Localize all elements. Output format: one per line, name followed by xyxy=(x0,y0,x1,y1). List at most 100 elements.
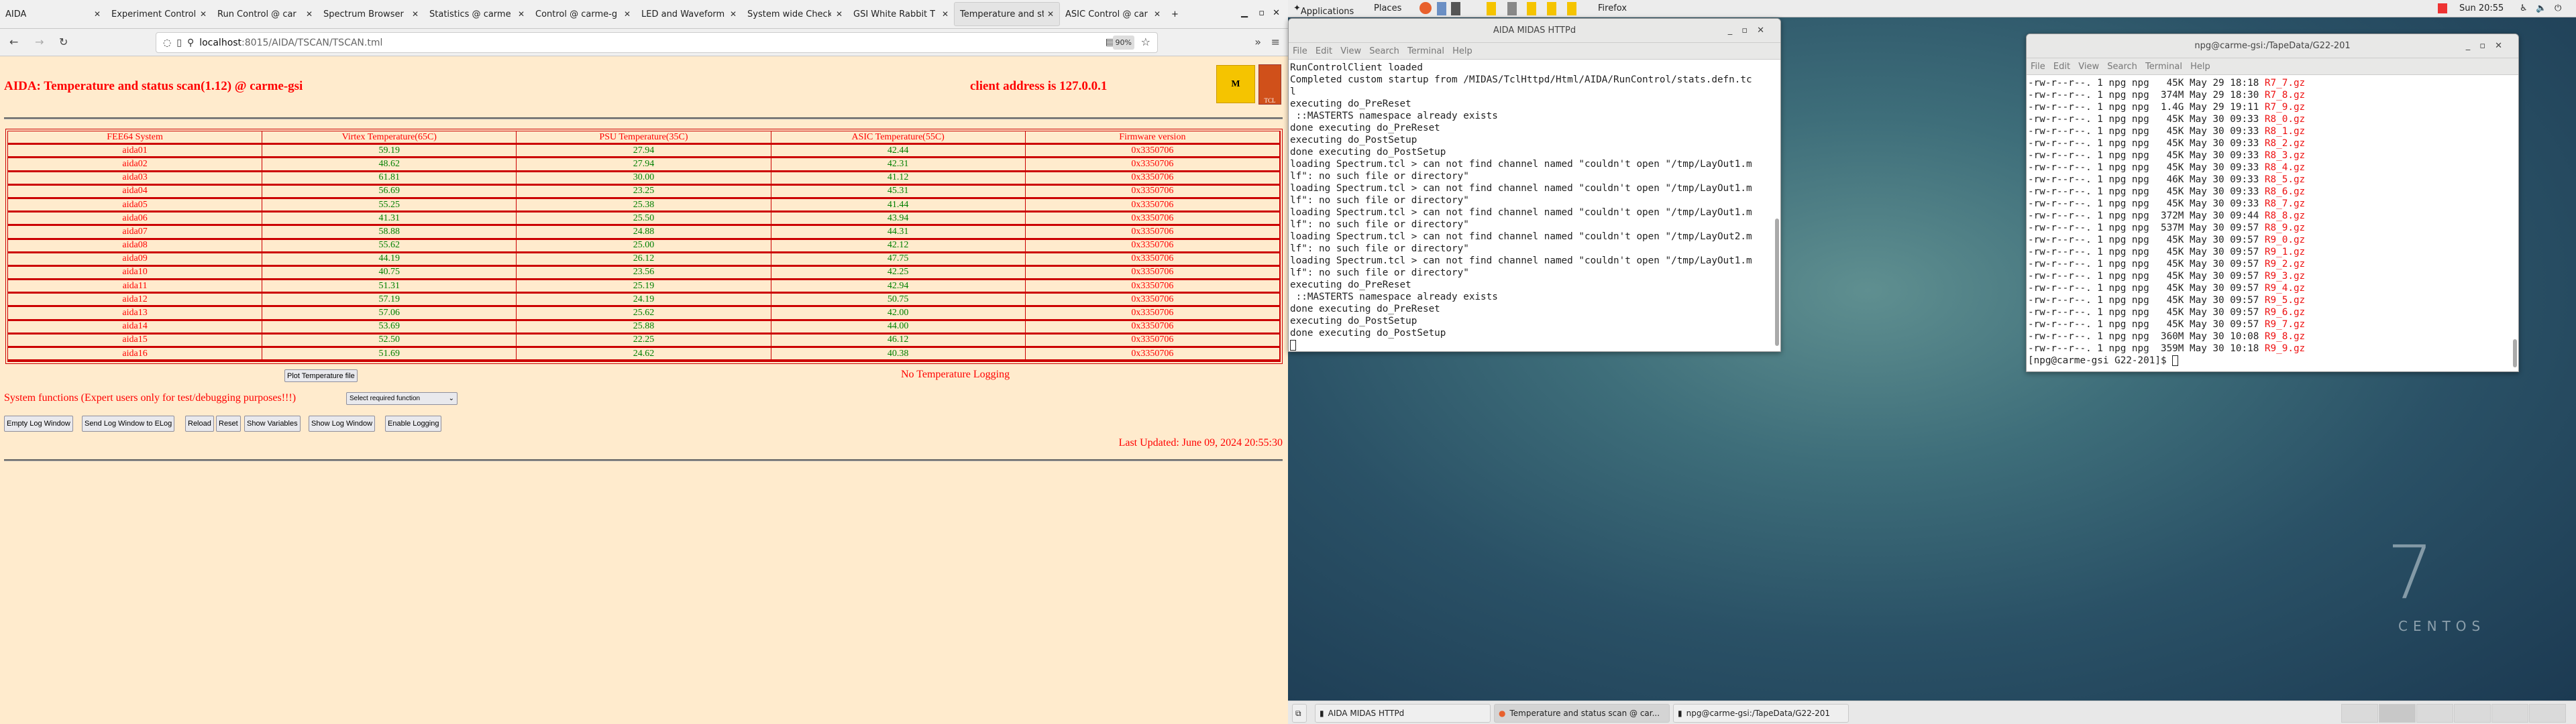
virtex-temp: 51.69 xyxy=(262,348,517,362)
function-select[interactable]: Select required function ⌄ xyxy=(346,392,458,405)
applications-menu[interactable]: ✦ Applications xyxy=(1293,3,1354,17)
midas-launcher-icon[interactable] xyxy=(1567,2,1576,15)
menu-item-edit[interactable]: Edit xyxy=(1316,46,1332,56)
plot-temperature-button[interactable]: Plot Temperature file xyxy=(284,369,358,382)
menu-item-help[interactable]: Help xyxy=(2190,62,2210,72)
tab-close-icon[interactable]: ✕ xyxy=(942,9,949,19)
tab-close-icon[interactable]: ✕ xyxy=(624,9,631,19)
tab-10[interactable]: ASIC Control @ car ✕ xyxy=(1060,2,1166,26)
terminal-title-bar[interactable]: npg@carme-gsi:/TapeData/G22-201 _▫✕ xyxy=(2027,34,2518,58)
workspace-4[interactable] xyxy=(2454,704,2491,723)
tab-2[interactable]: Run Control @ car ✕ xyxy=(212,2,318,26)
button-send-log-window-to-elog[interactable]: Send Log Window to ELog xyxy=(82,416,175,432)
taskbar-item-midas-httpd[interactable]: ▮ AIDA MIDAS HTTPd xyxy=(1315,704,1491,723)
menu-icon[interactable]: ≡ xyxy=(1271,36,1280,48)
terminal-output[interactable]: RunControlClient loaded Completed custom… xyxy=(1289,60,1780,351)
system-name: aida03 xyxy=(8,172,263,186)
tab-7[interactable]: System wide Check ✕ xyxy=(742,2,848,26)
tab-close-icon[interactable]: ✕ xyxy=(518,9,525,19)
terminal-output[interactable]: -rw-r--r--. 1 npg npg 45K May 29 18:18 R… xyxy=(2027,75,2518,369)
menu-item-view[interactable]: View xyxy=(1340,46,1361,56)
close-window-button[interactable]: ✕ xyxy=(1273,8,1280,18)
firefox-launcher-icon[interactable] xyxy=(1419,2,1432,14)
terminal-launcher-icon[interactable] xyxy=(1451,2,1460,15)
tab-5[interactable]: Control @ carme-g ✕ xyxy=(530,2,636,26)
table-row: aida14 53.69 25.88 44.00 0x3350706 xyxy=(8,320,1280,335)
midas-launcher-icon[interactable] xyxy=(1547,2,1556,15)
menu-item-terminal[interactable]: Terminal xyxy=(1407,46,1444,56)
overflow-chevron-icon[interactable]: » xyxy=(1254,36,1261,48)
tab-0[interactable]: AIDA ✕ xyxy=(0,2,106,26)
menu-item-view[interactable]: View xyxy=(2078,62,2099,72)
bookmark-star-icon[interactable]: ☆ xyxy=(1141,36,1150,48)
workspace-2[interactable] xyxy=(2379,704,2416,723)
file-listing: -rw-r--r--. 1 npg npg 45K May 30 09:57 xyxy=(2028,319,2265,330)
tab-close-icon[interactable]: ✕ xyxy=(306,9,313,19)
window-controls[interactable]: _▫✕ xyxy=(1728,19,1774,43)
workspace-5[interactable] xyxy=(2491,704,2528,723)
terminal-title-bar[interactable]: AIDA MIDAS HTTPd _▫✕ xyxy=(1289,19,1780,43)
menu-item-search[interactable]: Search xyxy=(2107,62,2137,72)
tab-1[interactable]: Experiment Control ✕ xyxy=(106,2,212,26)
psu-temp: 24.19 xyxy=(517,294,771,308)
window-controls[interactable]: _▫✕ xyxy=(2466,34,2512,58)
volume-icon[interactable]: 🔈 xyxy=(2536,3,2546,13)
new-tab-button[interactable]: + xyxy=(1166,2,1193,26)
button-reset[interactable]: Reset xyxy=(216,416,241,432)
app-launcher-icon[interactable] xyxy=(1507,2,1517,15)
tab-3[interactable]: Spectrum Browser ✕ xyxy=(318,2,424,26)
tab-close-icon[interactable]: ✕ xyxy=(1047,9,1054,19)
file-listing: -rw-r--r--. 1 npg npg 45K May 30 09:33 xyxy=(2028,114,2265,125)
files-launcher-icon[interactable] xyxy=(1437,2,1446,15)
reload-icon[interactable]: ↻ xyxy=(59,36,68,48)
midas-launcher-icon[interactable] xyxy=(1527,2,1536,15)
file-name: R9_1.gz xyxy=(2264,247,2306,257)
button-show-variables[interactable]: Show Variables xyxy=(244,416,301,432)
tab-label: Experiment Control xyxy=(111,9,195,19)
power-icon[interactable]: ⏻ xyxy=(2555,3,2561,13)
workspace-1[interactable] xyxy=(2341,704,2378,723)
tab-4[interactable]: Statistics @ carme ✕ xyxy=(424,2,530,26)
button-enable-logging[interactable]: Enable Logging xyxy=(385,416,442,432)
tab-close-icon[interactable]: ✕ xyxy=(94,9,101,19)
taskbar-item-firefox[interactable]: ● Temperature and status scan @ car... xyxy=(1494,704,1670,723)
taskbar-item-terminal[interactable]: ▮ npg@carme-gsi:/TapeData/G22-201 xyxy=(1673,704,1849,723)
scrollbar[interactable] xyxy=(1775,219,1779,346)
tab-close-icon[interactable]: ✕ xyxy=(730,9,737,19)
tab-6[interactable]: LED and Waveform ✕ xyxy=(636,2,742,26)
tab-9[interactable]: Temperature and st ✕ xyxy=(954,2,1060,26)
back-icon[interactable]: ← xyxy=(9,36,18,48)
active-app-label[interactable]: Firefox xyxy=(1598,3,1627,13)
tab-close-icon[interactable]: ✕ xyxy=(412,9,419,19)
maximize-button[interactable]: ▫ xyxy=(1258,8,1265,18)
tab-close-icon[interactable]: ✕ xyxy=(200,9,207,19)
menu-item-edit[interactable]: Edit xyxy=(2053,62,2070,72)
tab-close-icon[interactable]: ✕ xyxy=(1154,9,1161,19)
clock[interactable]: Sun 20:55 xyxy=(2459,3,2504,13)
menu-item-help[interactable]: Help xyxy=(1452,46,1472,56)
menu-item-search[interactable]: Search xyxy=(1369,46,1399,56)
show-desktop-button[interactable]: ⧉ xyxy=(1292,704,1307,723)
menu-item-file[interactable]: File xyxy=(1293,46,1307,56)
file-listing: -rw-r--r--. 1 npg npg 45K May 30 09:57 xyxy=(2028,283,2265,294)
button-empty-log-window[interactable]: Empty Log Window xyxy=(4,416,73,432)
terminal-tapedata[interactable]: npg@carme-gsi:/TapeData/G22-201 _▫✕ File … xyxy=(2026,34,2519,372)
notification-icon[interactable] xyxy=(2438,3,2447,13)
button-show-log-window[interactable]: Show Log Window xyxy=(309,416,376,432)
places-menu[interactable]: Places xyxy=(1374,3,1401,13)
menu-item-terminal[interactable]: Terminal xyxy=(2145,62,2182,72)
button-reload[interactable]: Reload xyxy=(185,416,214,432)
zoom-level[interactable]: 90% xyxy=(1112,36,1134,50)
scrollbar[interactable] xyxy=(2513,339,2517,367)
accessibility-icon[interactable]: ♿ xyxy=(2520,3,2528,13)
tab-close-icon[interactable]: ✕ xyxy=(836,9,843,19)
url-bar[interactable]: ◌ ▯ ⚲ localhost:8015/AIDA/TSCAN/TSCAN.tm… xyxy=(156,32,1158,53)
minimize-button[interactable]: ▁ xyxy=(1241,8,1248,18)
midas-launcher-icon[interactable] xyxy=(1487,2,1496,15)
terminal-midas-httpd[interactable]: AIDA MIDAS HTTPd _▫✕ File Edit View Searc… xyxy=(1288,18,1781,352)
menu-item-file[interactable]: File xyxy=(2031,62,2045,72)
workspace-3[interactable] xyxy=(2416,704,2453,723)
workspace-6[interactable] xyxy=(2529,704,2566,723)
forward-icon[interactable]: → xyxy=(35,36,44,48)
tab-8[interactable]: GSI White Rabbit T ✕ xyxy=(848,2,954,26)
